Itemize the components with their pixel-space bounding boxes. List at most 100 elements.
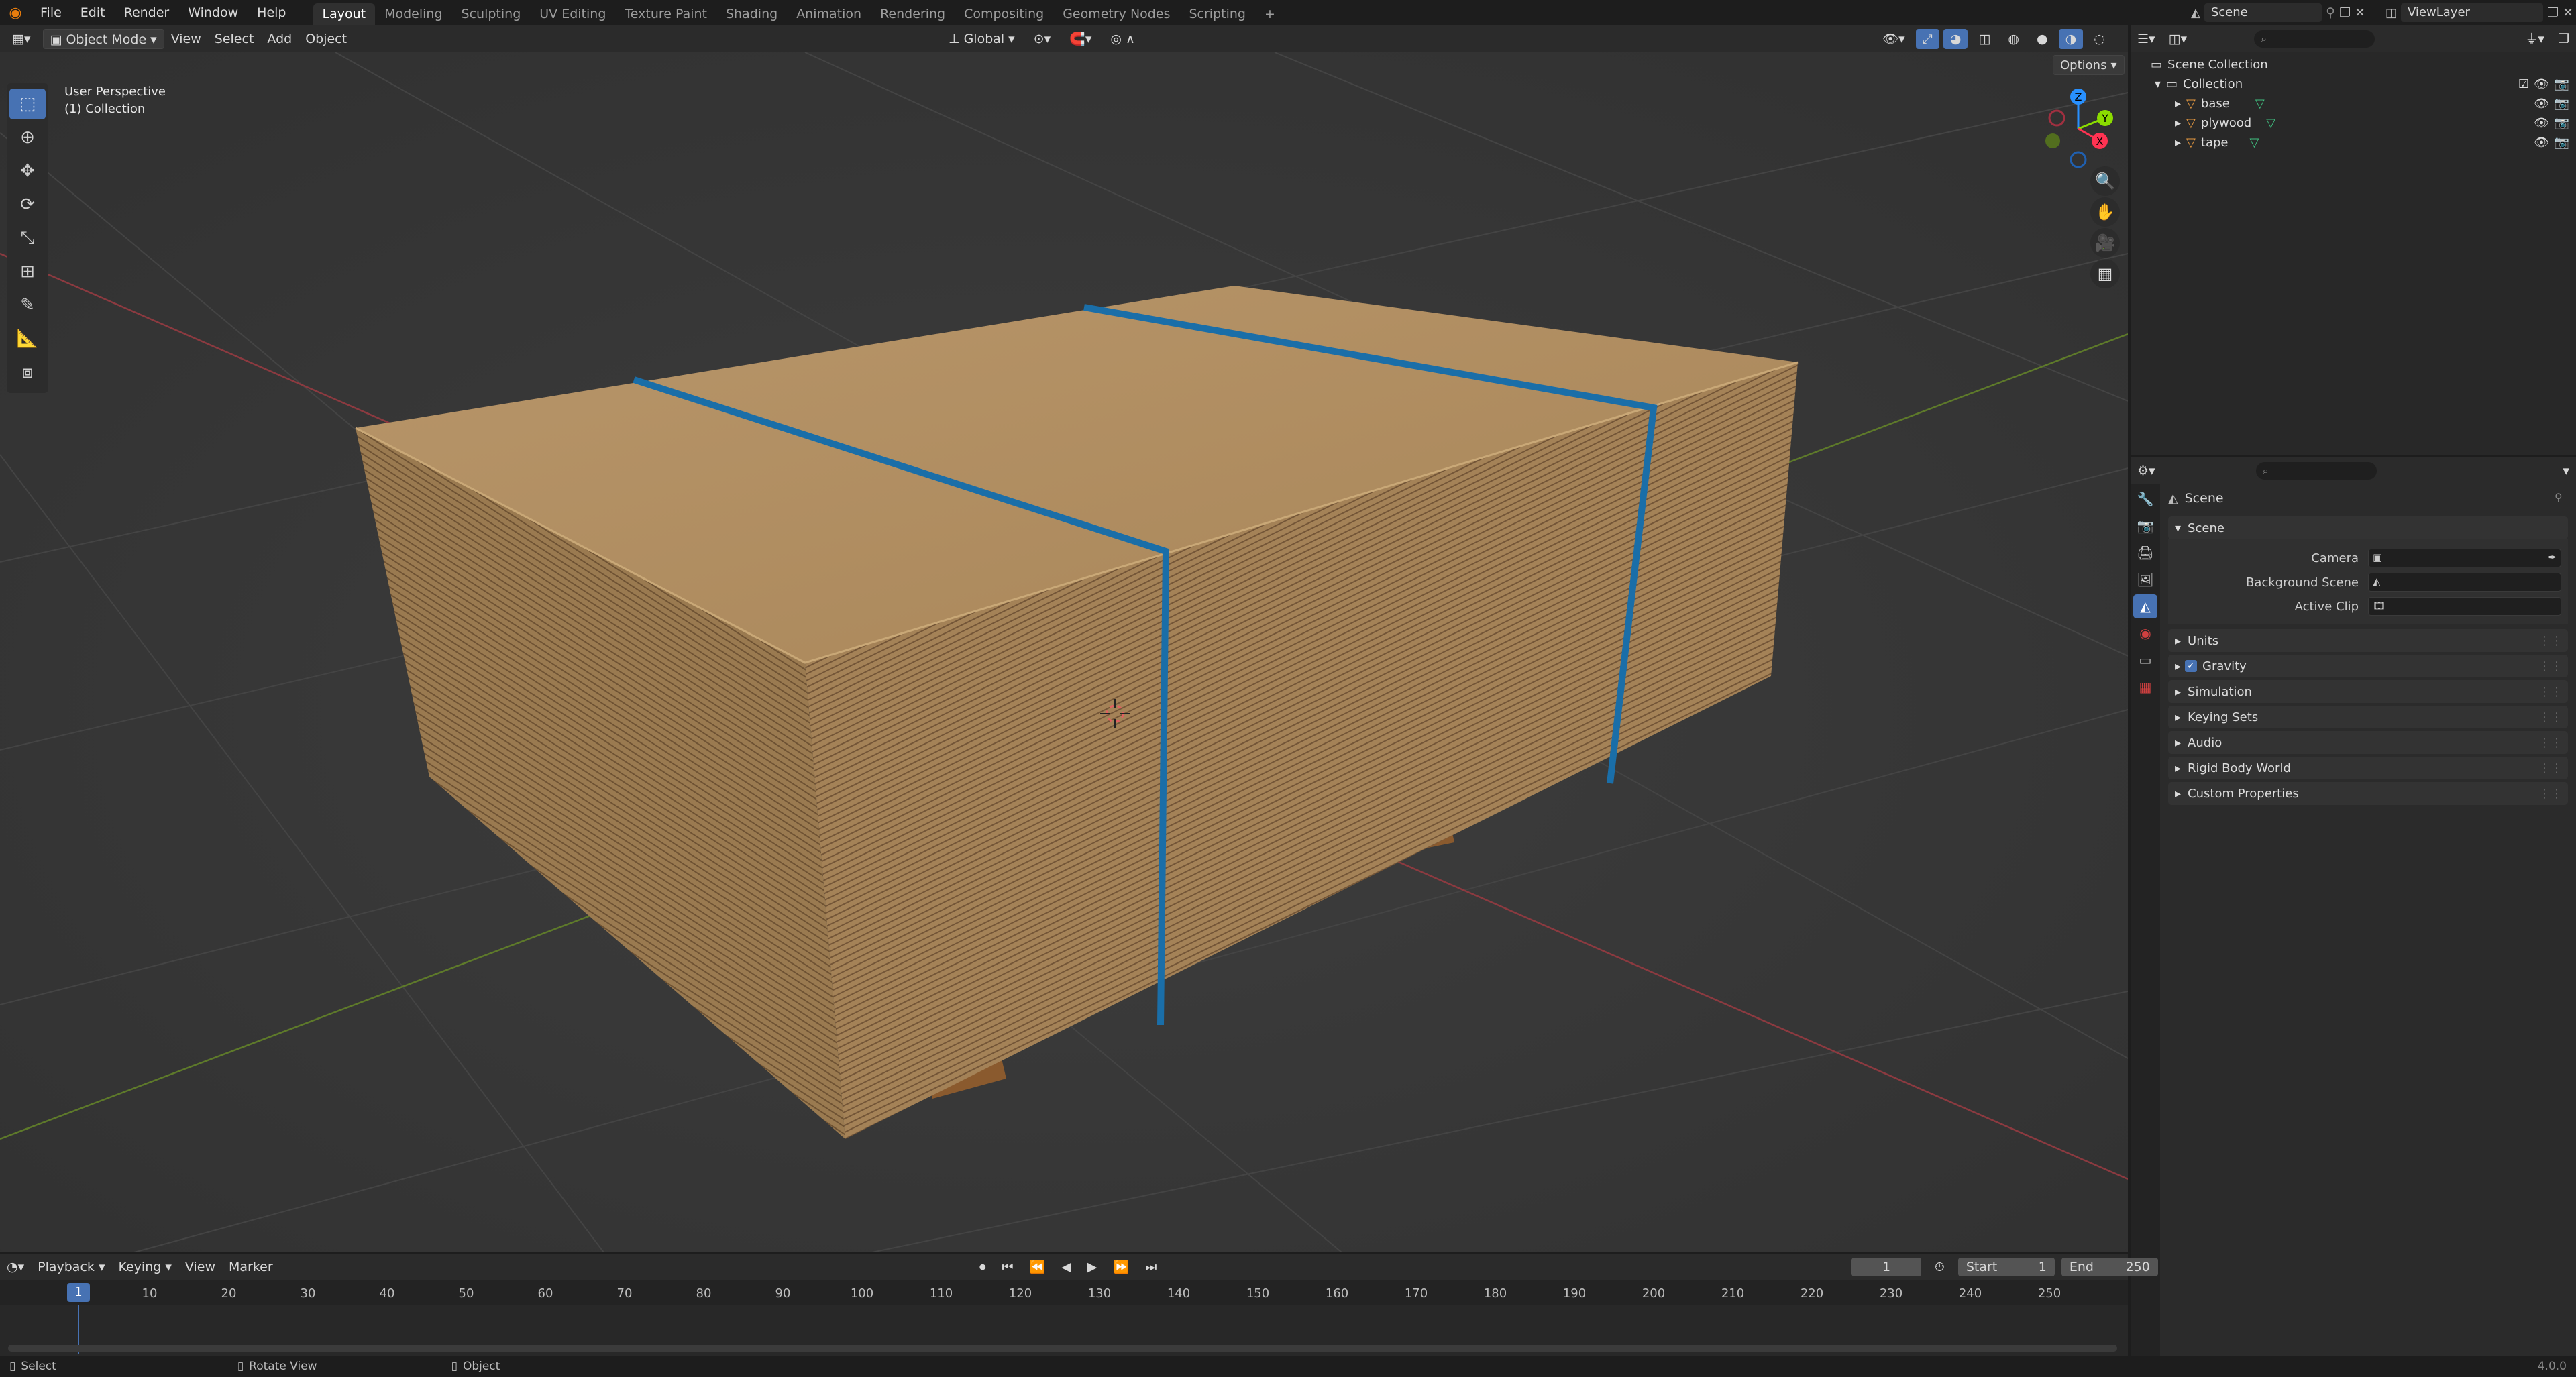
pin-icon[interactable]: ⚲ [2326, 5, 2335, 20]
material-shading-icon[interactable]: ◑ [2058, 29, 2084, 49]
tool-tab-icon[interactable]: 🔧 [2133, 487, 2157, 511]
camera-icon[interactable]: 📷 [2555, 77, 2569, 91]
select-box-tool-icon[interactable]: ⬚ [9, 89, 46, 119]
chevron-right-icon[interactable]: ▸ [2175, 135, 2181, 150]
eye-icon[interactable]: 👁 [2534, 77, 2549, 91]
rigid-body-world-panel-header[interactable]: ▸ Rigid Body World ⋮⋮ [2168, 757, 2568, 779]
outliner-scene-collection[interactable]: ▭ Scene Collection [2131, 55, 2576, 74]
start-frame-field[interactable]: Start 1 [1957, 1258, 2055, 1276]
scene-icon[interactable]: ◭ [2191, 6, 2200, 20]
prev-keyframe-icon[interactable]: ⏪ [1023, 1257, 1053, 1277]
jump-start-icon[interactable]: ⏮ [996, 1257, 1020, 1277]
wireframe-shading-icon[interactable]: ◍ [2001, 29, 2026, 49]
perspective-toggle-icon[interactable]: ▦ [2090, 259, 2120, 288]
view-layer-selector[interactable]: ViewLayer [2401, 3, 2544, 22]
background-scene-field[interactable]: ◭ [2368, 573, 2561, 592]
add-cube-tool-icon[interactable]: ⧈ [9, 357, 46, 388]
custom-properties-panel-header[interactable]: ▸ Custom Properties ⋮⋮ [2168, 782, 2568, 805]
menu-select[interactable]: Select [208, 29, 261, 49]
gizmo-toggle-icon[interactable]: ⤢ [1915, 29, 1939, 49]
menu-timeline-view[interactable]: View [178, 1257, 222, 1277]
measure-tool-icon[interactable]: 📐 [9, 323, 46, 354]
texture-tab-icon[interactable]: ▦ [2133, 675, 2157, 699]
view-layer-tab-icon[interactable]: 🖼 [2133, 567, 2157, 592]
menu-file[interactable]: File [31, 0, 71, 25]
jump-end-icon[interactable]: ⏭ [1138, 1257, 1163, 1277]
camera-view-icon[interactable]: 🎥 [2090, 228, 2120, 258]
3d-viewport[interactable]: User Perspective (1) Collection Options … [0, 52, 2128, 1252]
units-panel-header[interactable]: ▸ Units ⋮⋮ [2168, 629, 2568, 652]
tab-uv-editing[interactable]: UV Editing [530, 3, 615, 25]
new-scene-icon[interactable]: ❐ [2339, 5, 2351, 20]
properties-editor-type-icon[interactable]: ⚙▾ [2131, 461, 2162, 481]
filter-icon[interactable]: ⏚▾ [2518, 29, 2551, 49]
outliner-editor-type-icon[interactable]: ☰▾ [2131, 29, 2162, 49]
tab-sculpting[interactable]: Sculpting [452, 3, 531, 25]
eyedropper-icon[interactable]: ✒ [2548, 551, 2557, 563]
tab-modeling[interactable]: Modeling [375, 3, 451, 25]
drag-handle-icon[interactable]: ⋮⋮ [2538, 710, 2563, 724]
scene-panel-header[interactable]: ▾ Scene [2168, 516, 2568, 539]
timeline-scrollbar[interactable] [8, 1345, 2117, 1352]
timeline-editor-type-icon[interactable]: ◔▾ [0, 1257, 31, 1277]
pivot-icon[interactable]: ⊙▾ [1027, 29, 1057, 49]
delete-scene-icon[interactable]: ✕ [2355, 5, 2365, 20]
tab-scripting[interactable]: Scripting [1179, 3, 1255, 25]
menu-window[interactable]: Window [178, 0, 248, 25]
scene-selector[interactable]: Scene [2204, 3, 2322, 22]
xray-toggle-icon[interactable]: ◫ [1972, 29, 1997, 49]
add-workspace-button[interactable]: + [1255, 3, 1285, 25]
drag-handle-icon[interactable]: ⋮⋮ [2538, 787, 2563, 801]
camera-icon[interactable]: 📷 [2555, 97, 2569, 111]
new-collection-icon[interactable]: ❐ [2551, 29, 2576, 49]
snap-icon[interactable]: 🧲▾ [1063, 29, 1098, 49]
navigation-gizmo[interactable]: Z Y X [2033, 83, 2127, 170]
overlay-toggle-icon[interactable]: ◕ [1943, 29, 1968, 49]
chevron-right-icon[interactable]: ▸ [2175, 97, 2181, 111]
menu-view[interactable]: View [164, 29, 208, 49]
camera-field[interactable]: ▣ ✒ [2368, 549, 2561, 567]
drag-handle-icon[interactable]: ⋮⋮ [2538, 736, 2563, 750]
properties-search-input[interactable]: ⌕ [2255, 462, 2377, 480]
cursor-tool-icon[interactable]: ⊕ [9, 122, 46, 153]
delete-view-layer-icon[interactable]: ✕ [2563, 5, 2573, 20]
render-tab-icon[interactable]: 📷 [2133, 514, 2157, 538]
checkbox-icon[interactable]: ☑ [2518, 77, 2529, 91]
tab-rendering[interactable]: Rendering [871, 3, 955, 25]
output-tab-icon[interactable]: 🖨 [2133, 541, 2157, 565]
mode-selector[interactable]: ▣ Object Mode ▾ [42, 29, 164, 49]
drag-handle-icon[interactable]: ⋮⋮ [2538, 685, 2563, 699]
end-frame-field[interactable]: End 250 [2061, 1258, 2158, 1276]
camera-icon[interactable]: 📷 [2555, 116, 2569, 130]
solid-shading-icon[interactable]: ● [2030, 29, 2055, 49]
camera-icon[interactable]: 📷 [2555, 135, 2569, 150]
blender-logo-icon[interactable]: ◉ [0, 0, 31, 25]
menu-help[interactable]: Help [248, 0, 295, 25]
collection-tab-icon[interactable]: ▭ [2133, 648, 2157, 672]
simulation-panel-header[interactable]: ▸ Simulation ⋮⋮ [2168, 680, 2568, 703]
move-tool-icon[interactable]: ✥ [9, 156, 46, 186]
tab-geometry-nodes[interactable]: Geometry Nodes [1053, 3, 1179, 25]
stopwatch-icon[interactable]: ⏱ [1928, 1257, 1951, 1277]
pin-icon[interactable]: ⚲ [2555, 491, 2563, 504]
gravity-checkbox[interactable]: ✓ [2185, 660, 2198, 672]
current-frame-field[interactable]: 1 [1851, 1258, 1921, 1276]
rendered-shading-icon[interactable]: ◌ [2087, 29, 2112, 49]
new-view-layer-icon[interactable]: ❐ [2547, 5, 2559, 20]
editor-type-icon[interactable]: ▦▾ [5, 29, 38, 49]
chevron-down-icon[interactable]: ▾ [2556, 461, 2576, 481]
tab-shading[interactable]: Shading [716, 3, 787, 25]
tab-texture-paint[interactable]: Texture Paint [615, 3, 716, 25]
eye-icon[interactable]: 👁 [2534, 135, 2549, 150]
eye-icon[interactable]: 👁 [2534, 116, 2549, 130]
audio-panel-header[interactable]: ▸ Audio ⋮⋮ [2168, 731, 2568, 754]
zoom-icon[interactable]: 🔍 [2090, 166, 2120, 196]
gravity-panel-header[interactable]: ▸ ✓ Gravity ⋮⋮ [2168, 655, 2568, 677]
menu-render[interactable]: Render [115, 0, 179, 25]
menu-marker[interactable]: Marker [222, 1257, 280, 1277]
frame-ruler[interactable]: 10 20 30 40 50 60 70 80 90 100 110 120 1… [0, 1280, 2128, 1305]
active-clip-field[interactable]: 🎞 [2368, 597, 2561, 616]
visibility-icon[interactable]: 👁▾ [1876, 29, 1912, 49]
keying-sets-panel-header[interactable]: ▸ Keying Sets ⋮⋮ [2168, 706, 2568, 728]
proportional-edit-icon[interactable]: ◎ ∧ [1104, 29, 1142, 49]
